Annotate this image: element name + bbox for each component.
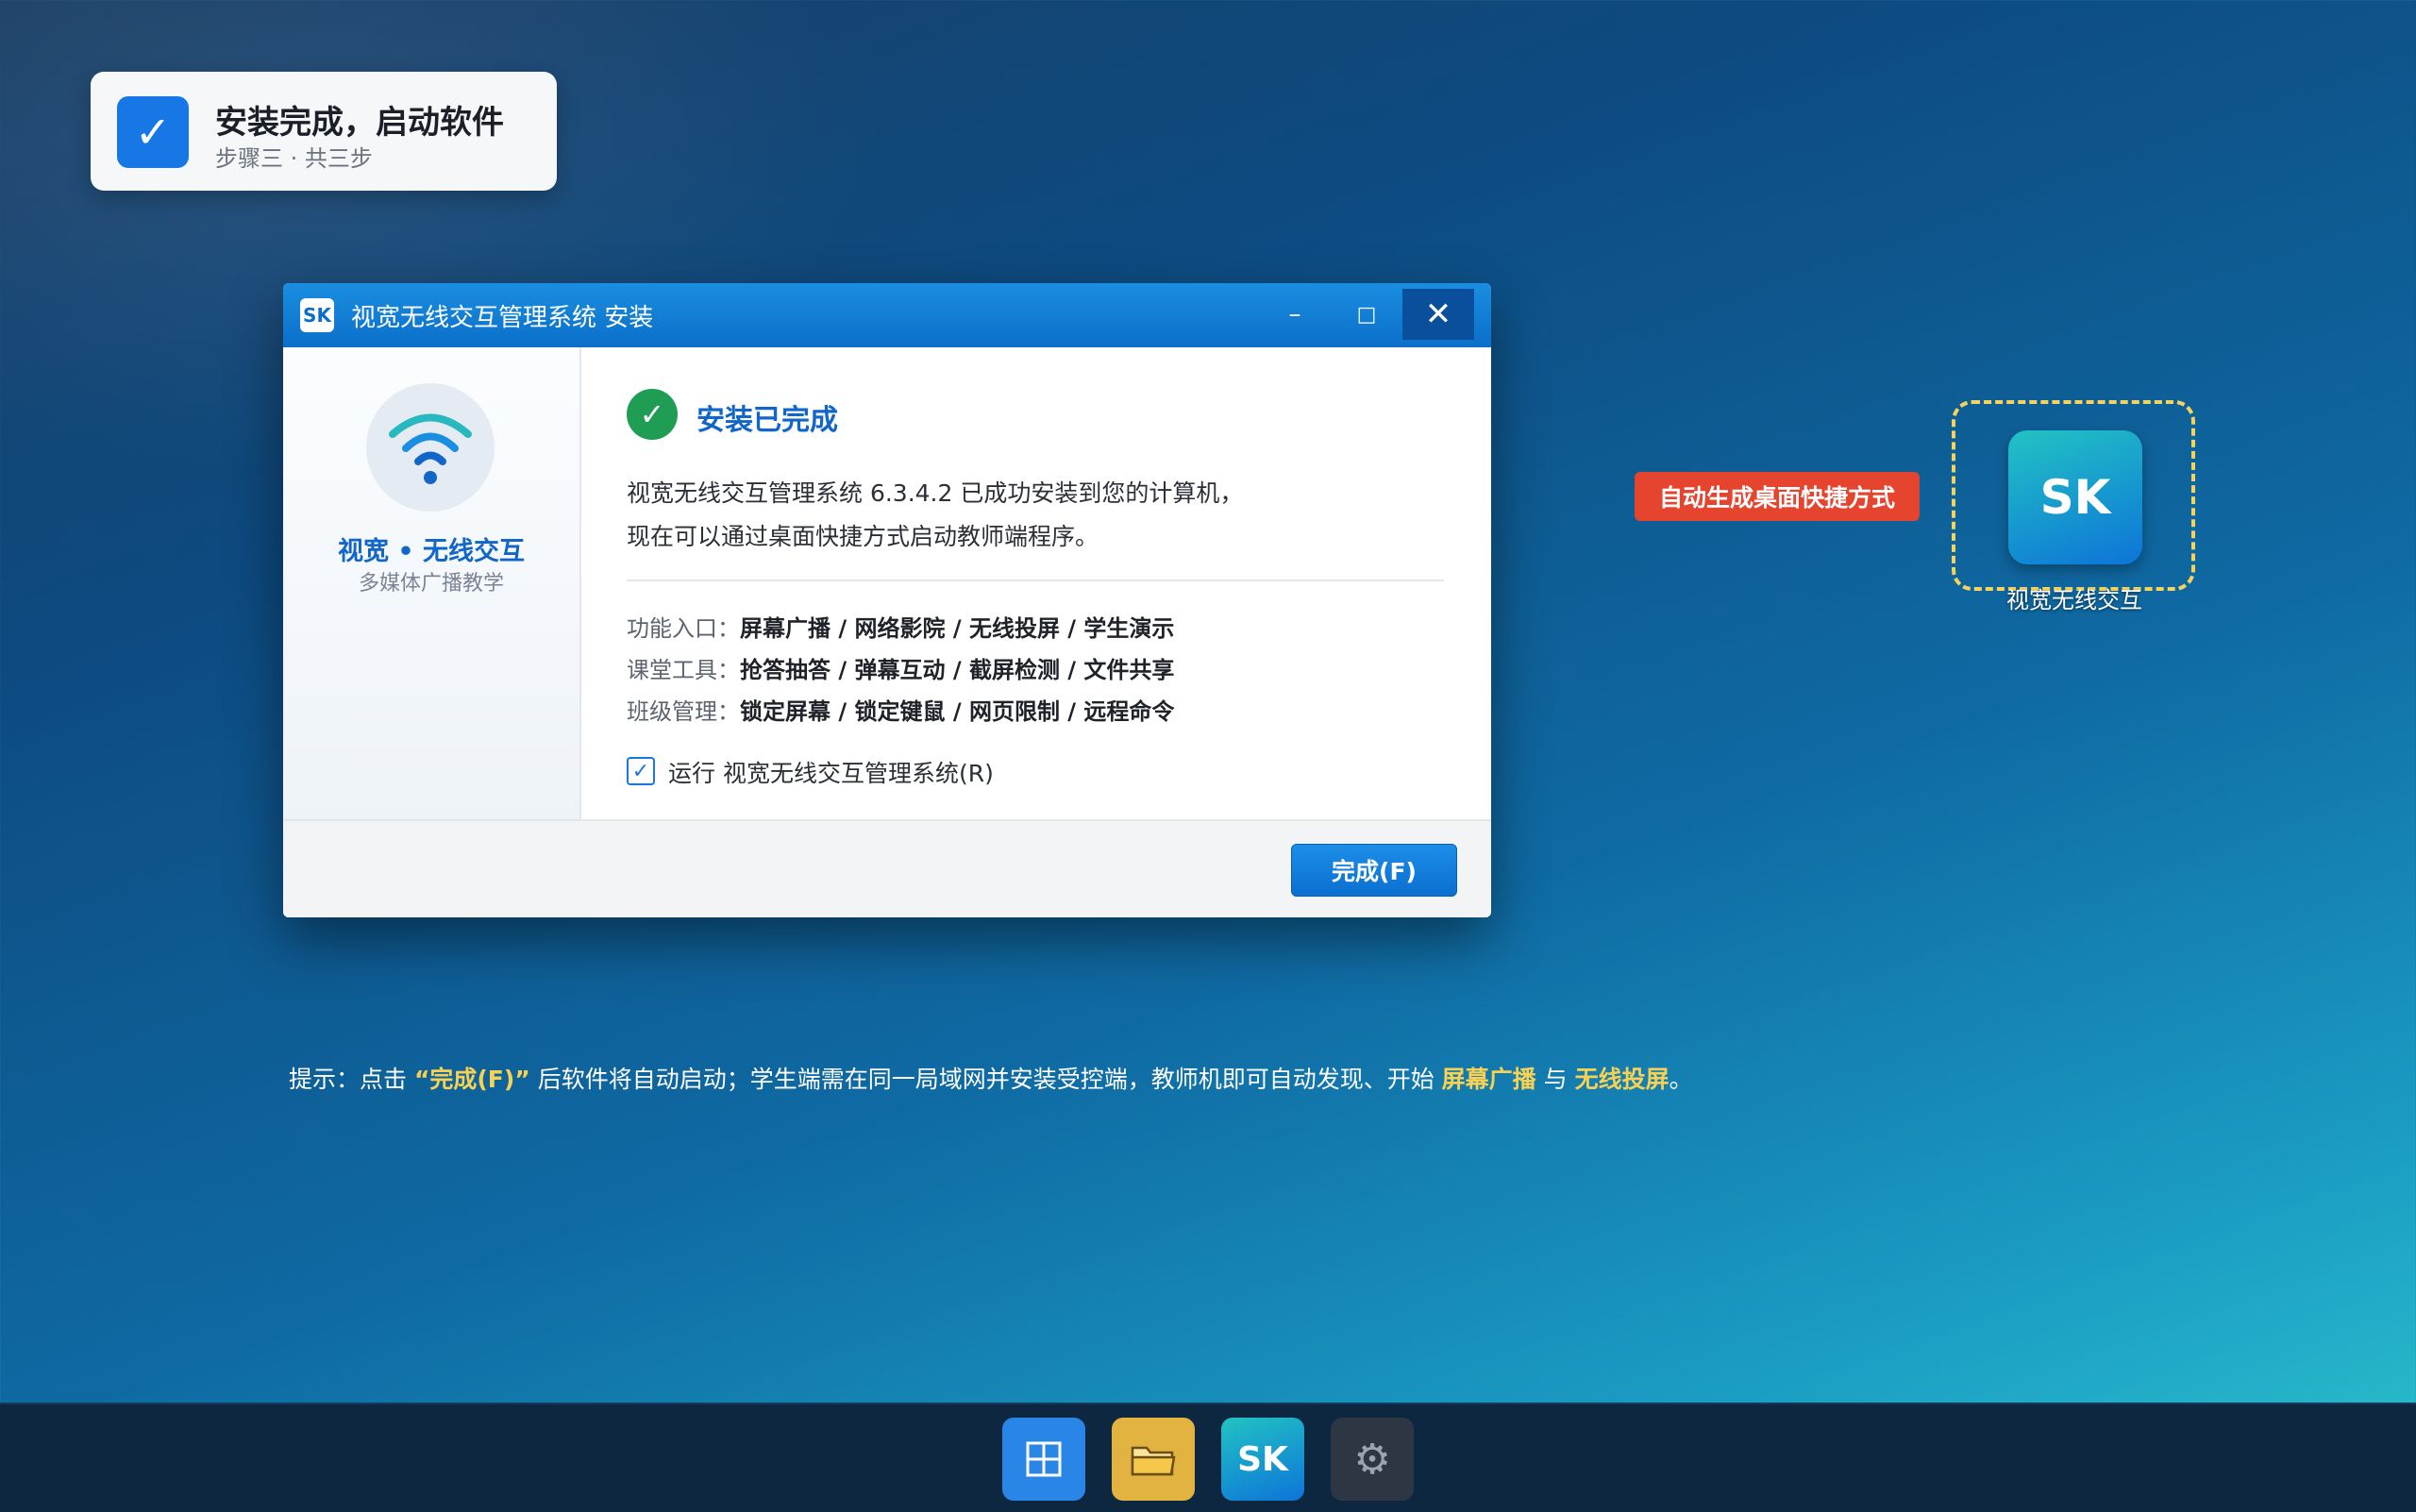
installer-content: ✓ 安装已完成 视宽无线交互管理系统 6.3.4.2 已成功安装到您的计算机， … [579,347,1491,819]
step-subtitle: 步骤三 · 共三步 [215,145,373,172]
window-title: 视宽无线交互管理系统 安装 [351,304,654,332]
installer-window: SK 视宽无线交互管理系统 安装 – □ ✕ 视宽 • 无线交互 多媒体广播教学… [283,283,1491,917]
tip-suffix: 。 [1669,1066,1693,1093]
description-line-2: 现在可以通过桌面快捷方式启动教师端程序。 [627,523,1099,550]
close-button[interactable]: ✕ [1402,289,1474,340]
title-bar[interactable]: SK 视宽无线交互管理系统 安装 – □ ✕ [283,283,1491,347]
settings-button[interactable]: ⚙ [1331,1418,1414,1501]
install-description: 视宽无线交互管理系统 6.3.4.2 已成功安装到您的计算机， 现在可以通过桌面… [627,472,1243,559]
shortcut-tag: 自动生成桌面快捷方式 [1635,472,1920,521]
run-app-label[interactable]: 运行 视宽无线交互管理系统(R) [668,755,994,789]
minimize-button[interactable]: – [1259,289,1331,340]
tip-prefix: 提示：点击 [289,1066,414,1093]
feature-row: 班级管理：锁定屏幕 / 锁定键鼠 / 网页限制 / 远程命令 [627,693,1174,726]
check-icon: ✓ [117,96,189,168]
maximize-button[interactable]: □ [1331,289,1402,340]
finish-button[interactable]: 完成(F) [1291,844,1457,897]
tip-middle-2: 与 [1535,1066,1575,1093]
app-logo-icon: SK [300,298,334,332]
desktop-shortcut-icon[interactable]: SK [2008,430,2142,564]
feature-value: 屏幕广播 / 网络影院 / 无线投屏 / 学生演示 [740,615,1175,642]
tip-highlight-broadcast: 屏幕广播 [1441,1066,1536,1093]
tip-highlight-finish: “完成(F)” [413,1066,530,1093]
sk-app-button[interactable]: SK [1221,1418,1304,1501]
file-explorer-button[interactable] [1112,1418,1195,1501]
installer-sidebar: 视宽 • 无线交互 多媒体广播教学 [283,347,581,819]
taskbar: SK ⚙ [0,1403,2416,1512]
feature-label: 功能入口： [627,615,740,642]
description-line-1: 视宽无线交互管理系统 6.3.4.2 已成功安装到您的计算机， [627,479,1244,507]
wifi-icon [389,413,472,484]
desktop-shortcut-label[interactable]: 视宽无线交互 [1980,581,2169,614]
tip-highlight-cast: 无线投屏 [1574,1066,1669,1093]
gear-icon: ⚙ [1353,1435,1391,1484]
step-card: ✓ 安装完成，启动软件 步骤三 · 共三步 [91,72,557,191]
feature-label: 班级管理： [627,698,740,725]
brand-name: 视宽 • 无线交互 [337,537,526,566]
start-button[interactable] [1002,1418,1085,1501]
wifi-logo [366,383,495,512]
feature-row: 功能入口：屏幕广播 / 网络影院 / 无线投屏 / 学生演示 [627,610,1174,643]
divider [627,580,1444,581]
feature-label: 课堂工具： [627,657,740,683]
tip-text: 提示：点击 “完成(F)” 后软件将自动启动；学生端需在同一局域网并安装受控端，… [289,1061,1693,1095]
status-title: 安装已完成 [696,404,838,437]
step-title: 安装完成，启动软件 [215,104,504,142]
start-grid-icon [1026,1441,1062,1477]
run-app-checkbox[interactable]: ✓ [627,757,655,785]
feature-value: 锁定屏幕 / 锁定键鼠 / 网页限制 / 远程命令 [740,698,1175,725]
success-check-icon: ✓ [627,389,678,440]
folder-icon [1131,1446,1176,1476]
feature-row: 课堂工具：抢答抽答 / 弹幕互动 / 截屏检测 / 文件共享 [627,651,1174,684]
installer-footer: 完成(F) [283,819,1491,917]
tip-middle-1: 后软件将自动启动；学生端需在同一局域网并安装受控端，教师机即可自动发现、开始 [529,1066,1442,1093]
feature-value: 抢答抽答 / 弹幕互动 / 截屏检测 / 文件共享 [740,657,1175,683]
brand-subtitle: 多媒体广播教学 [358,572,504,596]
